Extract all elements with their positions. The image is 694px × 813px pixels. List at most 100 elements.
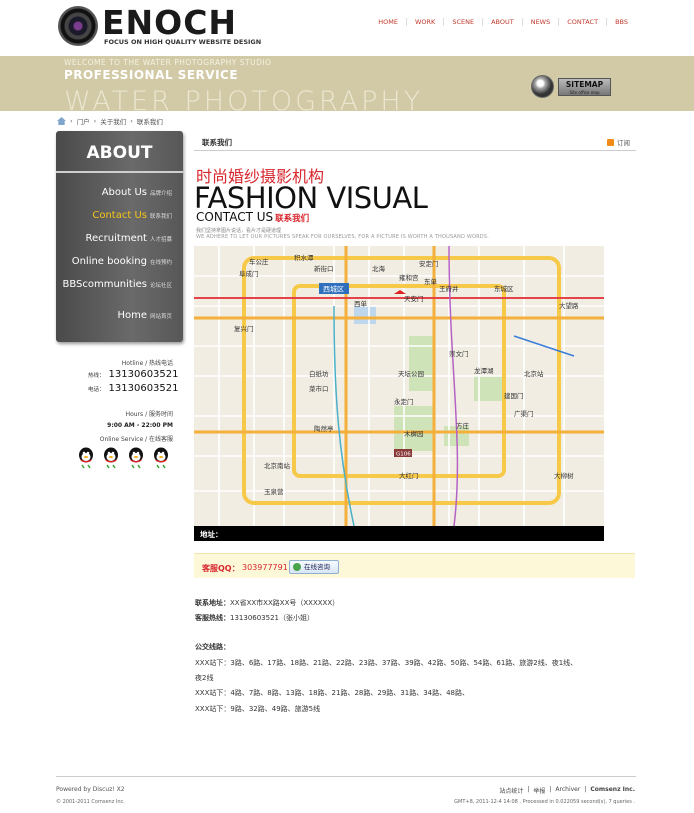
phone-row-1: 热线： 13130603521 [88, 369, 179, 380]
footer-link-report[interactable]: 举报 [533, 786, 545, 795]
location-map[interactable]: 西城区 东城区 北京站 大望路 天安门 王府井 建国门 东单 西单 复兴门 阜成… [194, 246, 604, 526]
content-header: 联系我们 订阅 [194, 131, 636, 151]
hours-label: Hours / 服务时间 [125, 411, 173, 418]
sidebar-item-online-booking[interactable]: Online booking 在线预约 [72, 256, 172, 267]
address-value: XX省XX市XX路XX号（XXXXXX） [230, 599, 340, 607]
map-label: 建国门 [504, 391, 524, 400]
sidebar-item-about-us[interactable]: About Us 品牌介绍 [102, 187, 172, 198]
map-label: 大望路 [559, 301, 579, 310]
sidebar-item-label: Home [117, 310, 147, 321]
footer-links: 站点统计 | 举报 | Archiver | Comsenz Inc. [499, 786, 635, 795]
sidebar-item-sub: 网站首页 [149, 314, 172, 320]
breadcrumb-sep: › [70, 117, 73, 125]
sitemap-orb-icon[interactable] [531, 75, 554, 98]
nav-news[interactable]: NEWS [521, 18, 559, 26]
nav-about[interactable]: ABOUT [482, 18, 522, 26]
logo-text: ENOCH [102, 3, 238, 42]
nav-work[interactable]: WORK [405, 18, 443, 26]
map-label: 方庄 [456, 421, 470, 430]
sidebar-title: ABOUT [86, 143, 153, 163]
map-label: 北京站 [524, 369, 544, 378]
bus-title-text: 公交线路： [195, 643, 230, 651]
sidebar-item-sub: 在线预约 [149, 260, 172, 266]
bus-title: 公交线路： [195, 642, 230, 652]
sidebar-item-home[interactable]: Home 网站首页 [117, 310, 172, 321]
contact-us-cn: 联系我们 [275, 214, 310, 224]
phone-key: 热线： [88, 373, 105, 379]
footer-divider [56, 776, 636, 777]
map-label: 白纸坊 [309, 369, 329, 378]
phone-number: 13130603521 [108, 369, 179, 380]
sidebar-item-contact-us[interactable]: Contact Us 联系我们 [92, 210, 172, 221]
contact-us-heading: CONTACT US 联系我们 [196, 210, 309, 224]
map-label: 木樨园 [404, 429, 424, 438]
rss-label: 订阅 [617, 139, 630, 147]
breadcrumb-home[interactable]: 门户 [77, 116, 90, 126]
page-title: 联系我们 [202, 138, 232, 147]
map-label-district: 西城区 [323, 286, 344, 294]
map-label: 菜市口 [309, 384, 329, 393]
footer-powered[interactable]: Powered by Discuz! X2 [56, 786, 125, 793]
nav-scene[interactable]: SCENE [443, 18, 482, 26]
qq-penguin-icon[interactable] [153, 447, 169, 469]
camera-lens-icon [58, 6, 98, 46]
breadcrumb-sep: › [93, 117, 97, 125]
map-label: 积水潭 [294, 253, 314, 262]
sitemap-button[interactable]: SITEMAP Site office map [558, 78, 611, 96]
footer-link-comsenz[interactable]: Comsenz Inc. [590, 786, 635, 795]
sidebar-item-recruitment[interactable]: Recruitment 人才招募 [86, 233, 172, 244]
footer-link-archiver[interactable]: Archiver [555, 786, 580, 795]
map-address-bar: 地址： [194, 526, 604, 541]
sidebar-item-label: Online booking [71, 256, 147, 267]
sidebar-item-sub: 品牌介绍 [149, 191, 172, 197]
online-consult-label: 在线咨询 [304, 563, 330, 571]
map-label: 大红门 [399, 471, 419, 480]
breadcrumb: › 门户 › 关于我们 › 联系我们 [57, 116, 163, 126]
home-icon[interactable] [57, 117, 66, 125]
rss-subscribe[interactable]: 订阅 [607, 137, 630, 147]
sidebar-item-label: Contact Us [92, 210, 147, 221]
bus-line-3: XXX站下：9路、32路、49路、旅游5线 [195, 705, 321, 713]
breadcrumb-about[interactable]: 关于我们 [100, 116, 126, 126]
breadcrumb-sep: › [130, 117, 133, 125]
map-label: 阜成门 [239, 269, 259, 278]
footer-link-stats[interactable]: 站点统计 [499, 786, 523, 795]
bus-line-2: XXX站下：4路、7路、8路、13路、18路、21路、28路、29路、31路、3… [195, 689, 470, 697]
address-key: 联系地址： [195, 599, 230, 607]
qq-icons [78, 447, 169, 469]
online-consult-button[interactable]: 在线咨询 [289, 560, 339, 574]
map-label: 王府井 [439, 284, 459, 293]
tel-key: 客服热线： [195, 614, 230, 622]
map-label: 雍和宫 [399, 273, 419, 282]
map-label: 崇文门 [449, 349, 469, 358]
nav-home[interactable]: HOME [370, 18, 406, 26]
kf-qq-number: 303977791 [242, 563, 288, 572]
tel-line: 客服热线：13130603521（张小姐） [195, 613, 314, 623]
map-label: 车公庄 [249, 257, 269, 266]
chat-icon [293, 563, 301, 571]
top-nav: HOME WORK SCENE ABOUT NEWS CONTACT BBS [370, 18, 636, 26]
nav-contact[interactable]: CONTACT [558, 18, 606, 26]
slogan-cn: 我们坚持拿图片说话，看片才是硬道理 [196, 228, 282, 234]
map-label: 玉泉营 [264, 487, 284, 496]
hotline-label: Hotline / 热线电话 [121, 360, 173, 367]
breadcrumb-current: 联系我们 [136, 118, 163, 126]
contact-us-en: CONTACT US [196, 210, 274, 224]
banner: WELCOME TO THE WATER PHOTOGRAPHY STUDIO … [0, 56, 694, 111]
qq-penguin-icon[interactable] [128, 447, 144, 469]
map-label: 新街口 [314, 264, 334, 273]
nav-bbs[interactable]: BBS [606, 18, 636, 26]
map-label: 安定门 [419, 259, 439, 268]
map-label-highway: G106 [396, 452, 411, 458]
sidebar-item-sub: 人才招募 [149, 237, 172, 243]
map-label: 东城区 [494, 284, 514, 293]
sidebar-item-label: Recruitment [85, 233, 147, 244]
logo-tagline: FOCUS ON HIGH QUALITY WEBSITE DESIGN [104, 38, 262, 46]
qq-penguin-icon[interactable] [78, 447, 94, 469]
sidebar-item-bbs[interactable]: BBScommunities 论坛社区 [62, 279, 172, 290]
qq-penguin-icon[interactable] [103, 447, 119, 469]
address-line: 联系地址：XX省XX市XX路XX号（XXXXXX） [195, 598, 339, 608]
map-label: 永定门 [394, 397, 414, 406]
site-logo[interactable]: ENOCH FOCUS ON HIGH QUALITY WEBSITE DESI… [58, 3, 262, 50]
bus-line-1b: 夜2线 [195, 674, 214, 682]
